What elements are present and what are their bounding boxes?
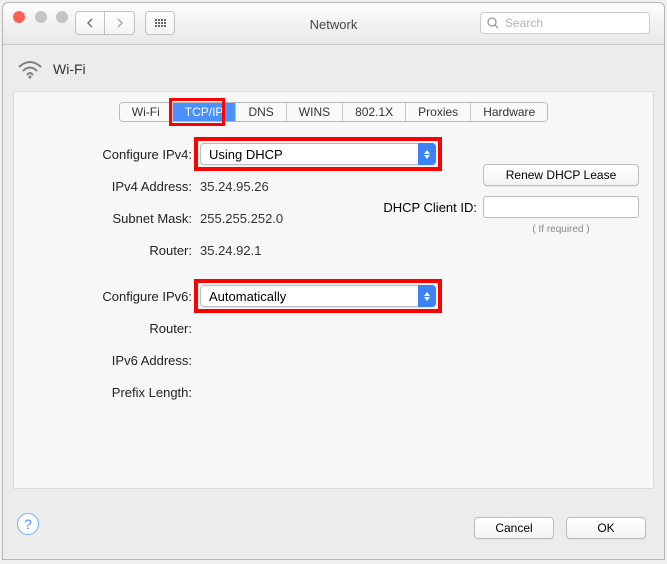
- titlebar: Network Search: [3, 3, 664, 45]
- search-input[interactable]: Search: [480, 12, 650, 34]
- highlight-config-ipv4: Using DHCP: [194, 137, 442, 171]
- label-ipv6-address: IPv6 Address:: [20, 353, 200, 368]
- content-panel: Wi-Fi TCP/IP DNS WINS 802.1X Proxies Har…: [13, 91, 654, 489]
- config-ipv4-value: Using DHCP: [200, 143, 436, 165]
- tab-bar: Wi-Fi TCP/IP DNS WINS 802.1X Proxies Har…: [14, 102, 653, 122]
- interface-header: Wi-Fi: [3, 45, 664, 87]
- help-button[interactable]: ?: [17, 513, 39, 535]
- value-router: 35.24.92.1: [200, 243, 261, 258]
- label-dhcp-client-id: DHCP Client ID:: [383, 200, 477, 215]
- config-ipv4-select[interactable]: Using DHCP: [200, 143, 436, 165]
- wifi-icon: [17, 59, 43, 79]
- renew-dhcp-button[interactable]: Renew DHCP Lease: [483, 164, 639, 186]
- label-prefix: Prefix Length:: [20, 385, 200, 400]
- tab-wifi[interactable]: Wi-Fi: [120, 103, 173, 121]
- label-router6: Router:: [20, 321, 200, 336]
- stepper-icon: [418, 143, 436, 165]
- label-config-ipv4: Configure IPv4:: [20, 147, 200, 162]
- tab-hardware[interactable]: Hardware: [471, 103, 547, 121]
- if-required-hint: ( If required ): [483, 224, 639, 235]
- tab-tcpip[interactable]: TCP/IP: [173, 103, 237, 121]
- dhcp-client-id-input[interactable]: [483, 196, 639, 218]
- label-subnet: Subnet Mask:: [20, 211, 200, 226]
- interface-name: Wi-Fi: [53, 61, 86, 77]
- label-ipv4-address: IPv4 Address:: [20, 179, 200, 194]
- value-subnet: 255.255.252.0: [200, 211, 283, 226]
- help-icon: ?: [24, 516, 32, 532]
- tab-wins[interactable]: WINS: [287, 103, 343, 121]
- preferences-window: Network Search Wi-Fi Wi-Fi TCP/IP DNS WI…: [2, 2, 665, 560]
- tab-segment: Wi-Fi TCP/IP DNS WINS 802.1X Proxies Har…: [119, 102, 548, 122]
- tab-8021x[interactable]: 802.1X: [343, 103, 406, 121]
- config-ipv6-select[interactable]: Automatically: [200, 285, 436, 307]
- ok-button[interactable]: OK: [566, 517, 646, 539]
- config-ipv6-value: Automatically: [200, 285, 436, 307]
- highlight-config-ipv6: Automatically: [194, 279, 442, 313]
- stepper-icon: [418, 285, 436, 307]
- tab-proxies[interactable]: Proxies: [406, 103, 471, 121]
- label-config-ipv6: Configure IPv6:: [20, 289, 200, 304]
- value-ipv4-address: 35.24.95.26: [200, 179, 269, 194]
- label-router: Router:: [20, 243, 200, 258]
- search-icon: [487, 17, 499, 29]
- search-placeholder: Search: [505, 16, 543, 30]
- cancel-button[interactable]: Cancel: [474, 517, 554, 539]
- tab-dns[interactable]: DNS: [236, 103, 286, 121]
- footer: ? Cancel OK: [3, 489, 664, 559]
